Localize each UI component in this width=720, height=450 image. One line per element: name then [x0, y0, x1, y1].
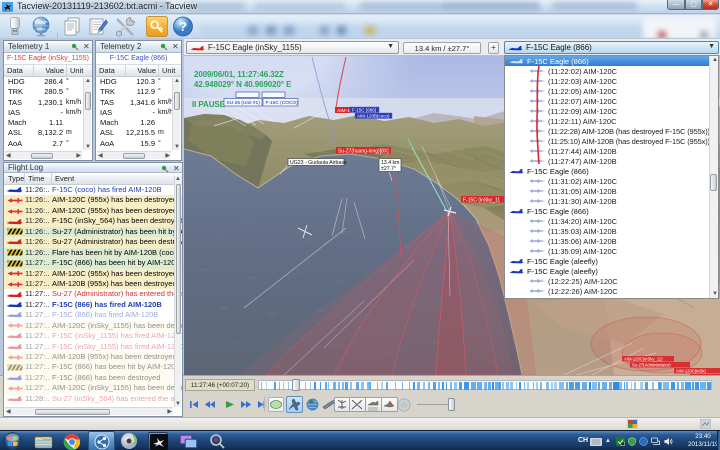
- svg-text:Su-27(huang-long)[8X]: Su-27(huang-long)[8X]: [338, 149, 389, 155]
- svg-text:F-15C (866): F-15C (866): [352, 108, 377, 113]
- svg-text:AIM-1: AIM-1: [337, 108, 350, 114]
- svg-text:AIM-120C(inSk): AIM-120C(inSk): [676, 369, 706, 374]
- svg-text:AIM-120C(inSky_11): AIM-120C(inSky_11): [624, 357, 663, 362]
- svg-text:UG23 - Gudauta Airbase: UG23 - Gudauta Airbase: [290, 160, 347, 166]
- svg-text:±27.7°: ±27.7°: [381, 166, 396, 172]
- svg-text:Su-27(Administrator): Su-27(Administrator): [632, 363, 671, 368]
- svg-text:42.948029° N 40.969020° E: 42.948029° N 40.969020° E: [194, 80, 292, 89]
- svg-text:F-15C (inSky_11: F-15C (inSky_11: [463, 198, 500, 204]
- svg-text:2009/06/01, 11:27:46.32Z: 2009/06/01, 11:27:46.32Z: [194, 70, 284, 79]
- svg-text:SU-25 (Unit #1): SU-25 (Unit #1): [227, 100, 261, 106]
- svg-text:AIM-120B(coco): AIM-120B(coco): [357, 114, 390, 119]
- svg-text:F-15C (COCO): F-15C (COCO): [266, 100, 299, 106]
- svg-text:II PAUSE: II PAUSE: [192, 100, 226, 109]
- svg-text:?: ?: [179, 19, 187, 34]
